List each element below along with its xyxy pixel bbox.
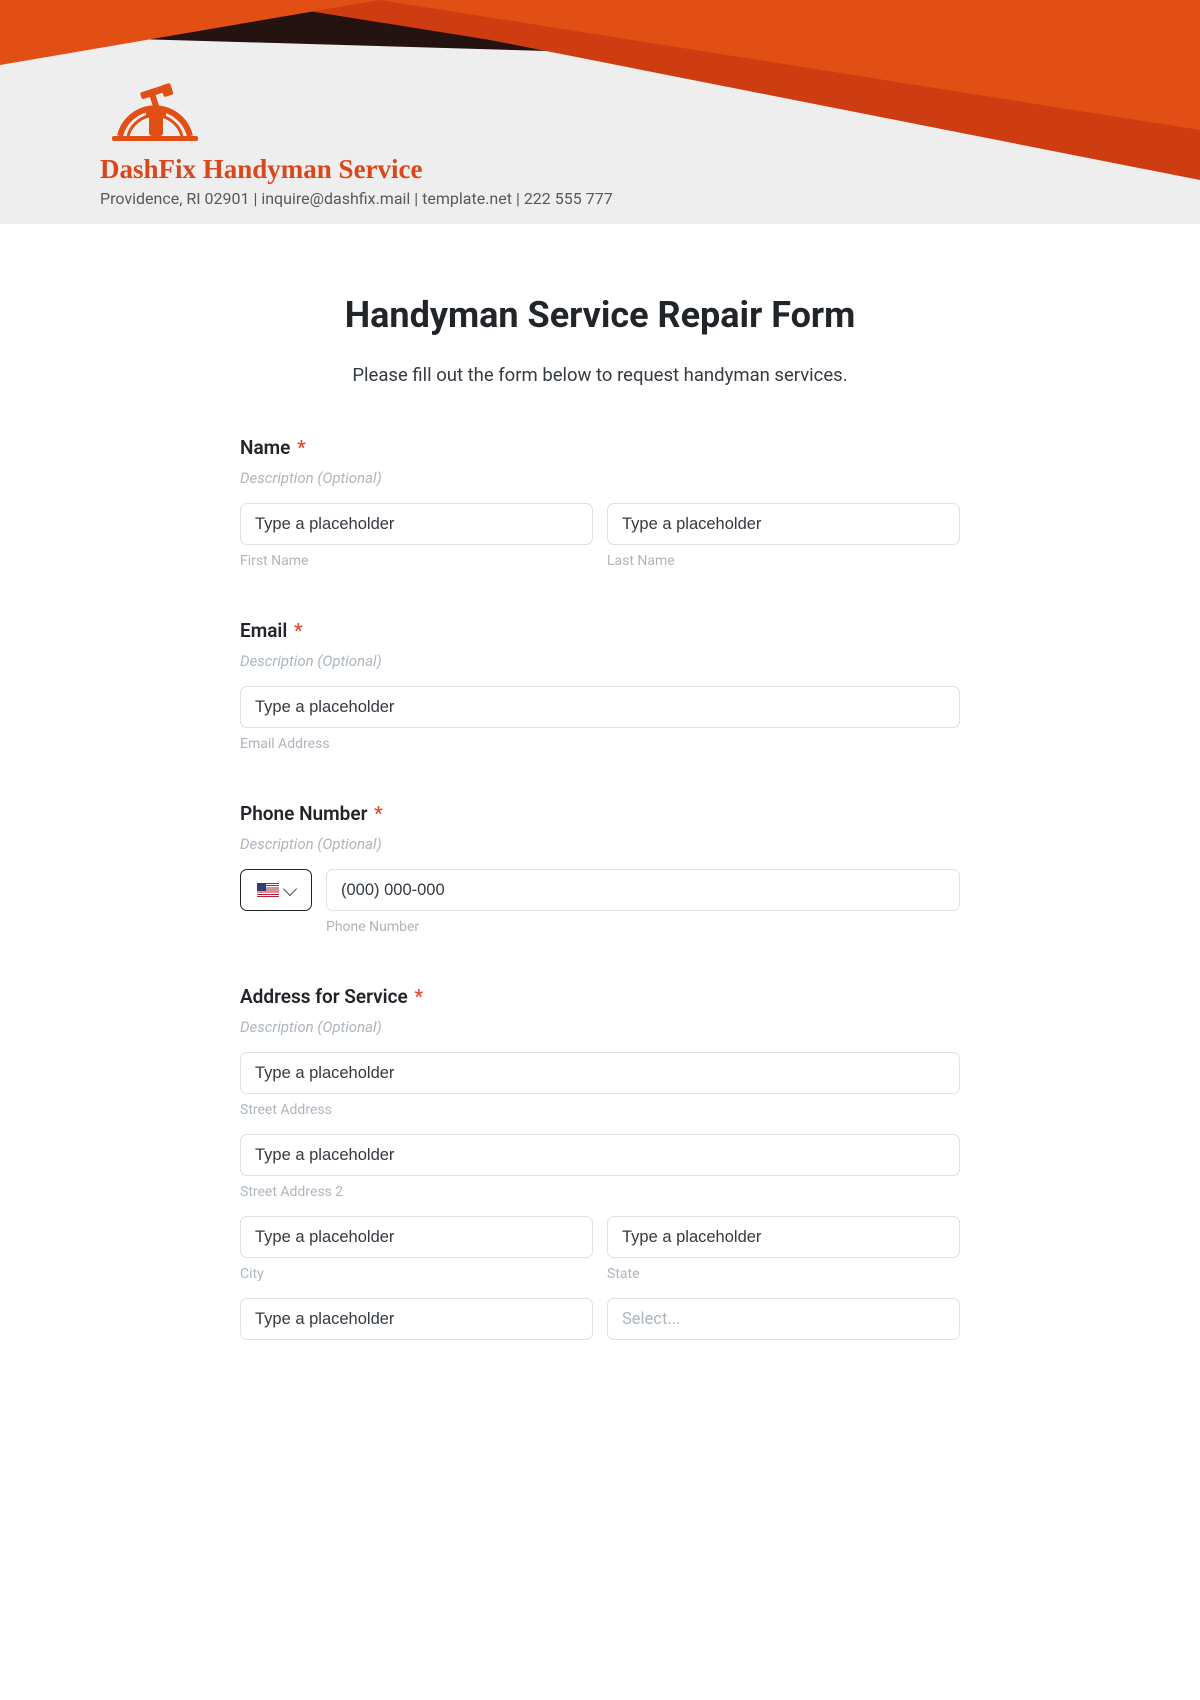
phone-input[interactable] — [326, 869, 960, 911]
chevron-down-icon — [283, 881, 297, 895]
country-code-select[interactable] — [240, 869, 312, 911]
required-mark: * — [297, 436, 306, 459]
form-title: Handyman Service Repair Form — [240, 294, 960, 336]
field-phone: Phone Number * Description (Optional) Ph… — [240, 802, 960, 935]
desc-name: Description (Optional) — [240, 469, 960, 487]
country-select[interactable]: Select... — [607, 1298, 960, 1340]
required-mark: * — [414, 985, 423, 1008]
form-container: Handyman Service Repair Form Please fill… — [240, 294, 960, 1380]
field-address: Address for Service * Description (Optio… — [240, 985, 960, 1340]
brand-name: DashFix Handyman Service — [100, 154, 613, 185]
country-select-placeholder: Select... — [622, 1310, 680, 1329]
state-input[interactable] — [607, 1216, 960, 1258]
required-mark: * — [294, 619, 303, 642]
required-mark: * — [374, 802, 383, 825]
header-banner: DashFix Handyman Service Providence, RI … — [0, 0, 1200, 224]
city-sublabel: City — [240, 1266, 593, 1282]
email-sublabel: Email Address — [240, 736, 960, 752]
desc-email: Description (Optional) — [240, 652, 960, 670]
street-address-sublabel: Street Address — [240, 1102, 960, 1118]
brand-logo — [100, 80, 210, 148]
first-name-input[interactable] — [240, 503, 593, 545]
last-name-input[interactable] — [607, 503, 960, 545]
field-name: Name * Description (Optional) First Name… — [240, 436, 960, 569]
city-input[interactable] — [240, 1216, 593, 1258]
street-address2-sublabel: Street Address 2 — [240, 1184, 960, 1200]
street-address-input[interactable] — [240, 1052, 960, 1094]
desc-phone: Description (Optional) — [240, 835, 960, 853]
first-name-sublabel: First Name — [240, 553, 593, 569]
field-email: Email * Description (Optional) Email Add… — [240, 619, 960, 752]
us-flag-icon — [257, 883, 279, 897]
zip-input[interactable] — [240, 1298, 593, 1340]
email-input[interactable] — [240, 686, 960, 728]
phone-sublabel: Phone Number — [326, 919, 960, 935]
street-address2-input[interactable] — [240, 1134, 960, 1176]
last-name-sublabel: Last Name — [607, 553, 960, 569]
label-phone: Phone Number * — [240, 802, 960, 825]
label-email: Email * — [240, 619, 960, 642]
label-name: Name * — [240, 436, 960, 459]
form-subtitle: Please fill out the form below to reques… — [240, 364, 960, 386]
brand-contact-line: Providence, RI 02901 | inquire@dashfix.m… — [100, 189, 613, 208]
state-sublabel: State — [607, 1266, 960, 1282]
desc-address: Description (Optional) — [240, 1018, 960, 1036]
label-address: Address for Service * — [240, 985, 960, 1008]
